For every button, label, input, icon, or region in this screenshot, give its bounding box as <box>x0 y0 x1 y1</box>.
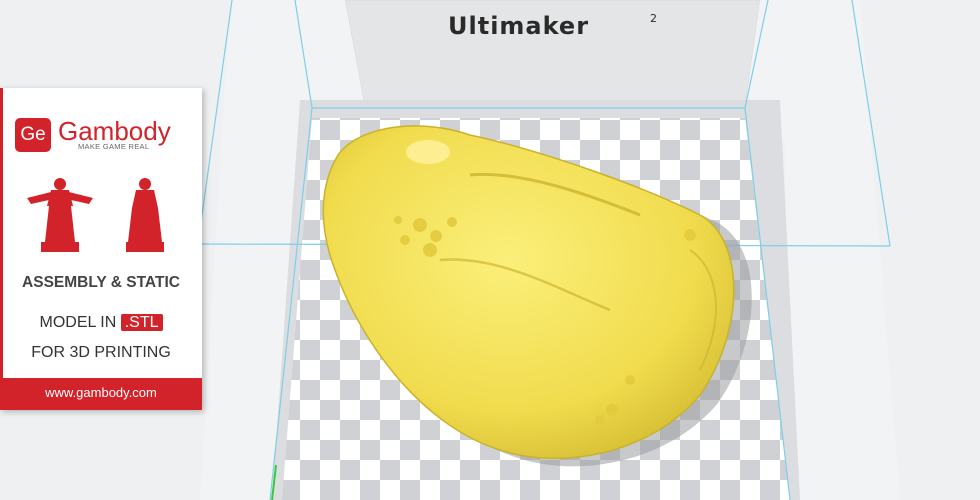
figure-pose-b-icon <box>126 178 164 252</box>
promo-line-assembly: ASSEMBLY & STATIC <box>22 274 180 291</box>
gambody-logo-icon: Ge <box>15 118 51 152</box>
printer-brand-label: Ultimaker <box>448 12 590 40</box>
promo-line-printing: FOR 3D PRINTING <box>31 344 171 361</box>
promo-line-model-prefix: MODEL IN <box>39 314 117 331</box>
rock-highlight <box>406 140 450 164</box>
gambody-tagline: MAKE GAME REAL <box>78 142 150 151</box>
printer-model-number: 2 <box>650 12 657 25</box>
promo-url-link[interactable]: www.gambody.com <box>0 378 202 410</box>
figure-pose-a-icon <box>27 178 93 252</box>
stl-format-badge: .STL <box>120 314 163 331</box>
promo-line-model: MODEL IN .STL <box>0 314 202 332</box>
